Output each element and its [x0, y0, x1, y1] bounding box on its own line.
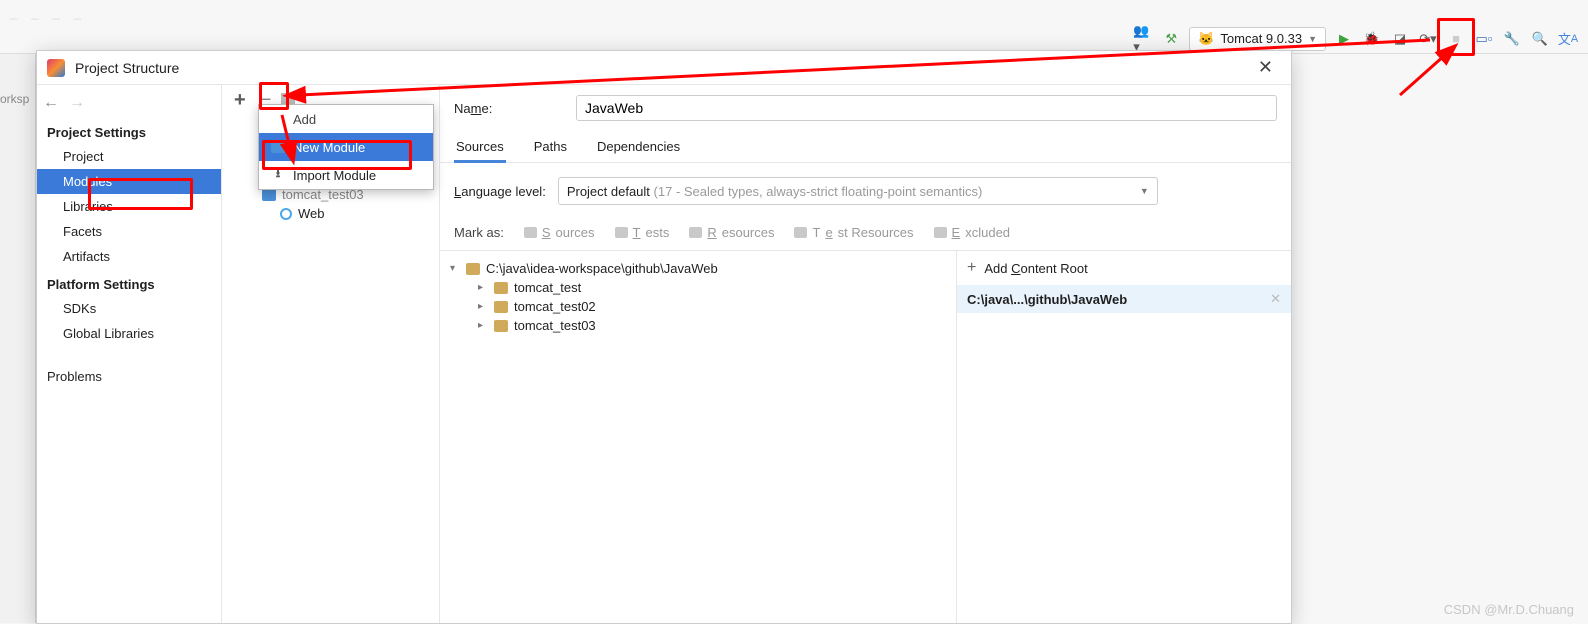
module-icon — [262, 189, 276, 201]
close-button[interactable]: ✕ — [1250, 53, 1281, 82]
project-structure-dialog: Project Structure ✕ ← → Project Settings… — [36, 50, 1292, 624]
section-platform-settings: Platform Settings — [37, 269, 221, 296]
stop-icon: ■ — [1446, 29, 1466, 49]
tree-root[interactable]: ▾C:\java\idea-workspace\github\JavaWeb — [450, 259, 946, 278]
folder-icon — [494, 320, 508, 332]
tab-paths[interactable]: Paths — [532, 131, 569, 162]
module-detail-panel: Name: Sources Paths Dependencies Languag… — [440, 85, 1291, 623]
mark-excluded[interactable]: Excluded — [934, 225, 1010, 240]
folder-icon — [466, 263, 480, 275]
tree-item[interactable]: ▸tomcat_test03 — [450, 316, 946, 335]
chevron-down-icon: ▼ — [1308, 34, 1317, 44]
settings-icon[interactable]: 🔧 — [1502, 29, 1522, 49]
remove-content-root-icon[interactable]: ✕ — [1270, 291, 1281, 307]
module-item-web[interactable]: Web — [222, 204, 439, 223]
chevron-down-icon: ▼ — [1140, 186, 1149, 196]
tomcat-icon: 🐱 — [1198, 31, 1214, 47]
tree-item[interactable]: ▸tomcat_test — [450, 278, 946, 297]
sidebar-item-sdks[interactable]: SDKs — [37, 296, 221, 321]
popup-header-add: Add — [259, 105, 433, 133]
sidebar-item-global-libraries[interactable]: Global Libraries — [37, 321, 221, 346]
content-root-path: C:\java\...\github\JavaWeb — [967, 292, 1127, 307]
mark-tests[interactable]: Tests — [615, 225, 670, 240]
tree-item[interactable]: ▸tomcat_test02 — [450, 297, 946, 316]
add-content-root[interactable]: + Add Content Root — [957, 251, 1291, 285]
add-popup-menu: Add New Module ⭳ Import Module — [258, 104, 434, 190]
settings-sidebar: ← → Project Settings Project Modules Lib… — [37, 85, 222, 623]
hammer-icon[interactable]: ⚒ — [1161, 29, 1181, 49]
content-root-item[interactable]: C:\java\...\github\JavaWeb ✕ — [957, 285, 1291, 313]
source-tree[interactable]: ▾C:\java\idea-workspace\github\JavaWeb ▸… — [440, 251, 956, 623]
tab-dependencies[interactable]: Dependencies — [595, 131, 682, 162]
run-icon[interactable]: ▶ — [1334, 29, 1354, 49]
sidebar-item-libraries[interactable]: Libraries — [37, 194, 221, 219]
popup-item-new-module[interactable]: New Module — [259, 133, 433, 161]
tool-window-strip — [0, 54, 36, 623]
translate-icon[interactable]: 文A — [1558, 29, 1578, 49]
module-name-input[interactable] — [576, 95, 1277, 121]
nav-forward-icon: → — [69, 94, 85, 112]
watermark: CSDN @Mr.D.Chuang — [1444, 602, 1574, 617]
nav-toolbar: ← → — [37, 89, 221, 117]
sidebar-item-artifacts[interactable]: Artifacts — [37, 244, 221, 269]
search-icon[interactable]: 🔍 — [1530, 29, 1550, 49]
dialog-title: Project Structure — [75, 60, 179, 76]
project-structure-icon[interactable]: ▭▫ — [1474, 29, 1494, 49]
run-config-combo[interactable]: 🐱 Tomcat 9.0.33 ▼ — [1189, 27, 1326, 51]
vcs-users-icon[interactable]: 👥▾ — [1133, 29, 1153, 49]
plus-icon: + — [967, 259, 976, 277]
sidebar-item-modules[interactable]: Modules — [37, 169, 221, 194]
coverage-icon[interactable]: ◪ — [1390, 29, 1410, 49]
module-label: Web — [298, 206, 325, 221]
mark-test-resources[interactable]: Test Resources — [794, 225, 913, 240]
sidebar-item-problems[interactable]: Problems — [37, 364, 221, 389]
add-module-button[interactable]: + — [230, 89, 250, 112]
sidebar-item-facets[interactable]: Facets — [37, 219, 221, 244]
import-icon: ⭳ — [271, 164, 285, 186]
language-level-label: Language level: — [454, 184, 546, 199]
detail-tabs: Sources Paths Dependencies — [440, 131, 1291, 163]
intellij-icon — [47, 59, 65, 77]
run-config-label: Tomcat 9.0.33 — [1220, 31, 1302, 46]
truncated-label: orksp — [0, 92, 29, 106]
dialog-title-bar: Project Structure ✕ — [37, 51, 1291, 85]
mark-resources[interactable]: Resources — [689, 225, 774, 240]
main-menu: ____ — [0, 0, 91, 24]
profiler-icon[interactable]: ⟳▾ — [1418, 29, 1438, 49]
tab-sources[interactable]: Sources — [454, 131, 506, 162]
content-root-panel: + Add Content Root C:\java\...\github\Ja… — [956, 251, 1291, 623]
folder-icon — [494, 282, 508, 294]
name-label: Name: — [454, 101, 564, 116]
section-project-settings: Project Settings — [37, 117, 221, 144]
folder-icon — [494, 301, 508, 313]
debug-icon[interactable]: 🐞 — [1362, 29, 1382, 49]
popup-item-import-module[interactable]: ⭳ Import Module — [259, 161, 433, 189]
mark-as-label: Mark as: — [454, 225, 504, 240]
web-icon — [280, 208, 292, 220]
language-level-combo[interactable]: Project default (17 - Sealed types, alwa… — [558, 177, 1158, 205]
sidebar-item-project[interactable]: Project — [37, 144, 221, 169]
mark-as-row: Mark as: Sources Tests Resources Test Re… — [440, 219, 1291, 250]
nav-back-icon[interactable]: ← — [43, 94, 59, 112]
folder-icon — [271, 141, 285, 153]
mark-sources[interactable]: Sources — [524, 225, 595, 240]
